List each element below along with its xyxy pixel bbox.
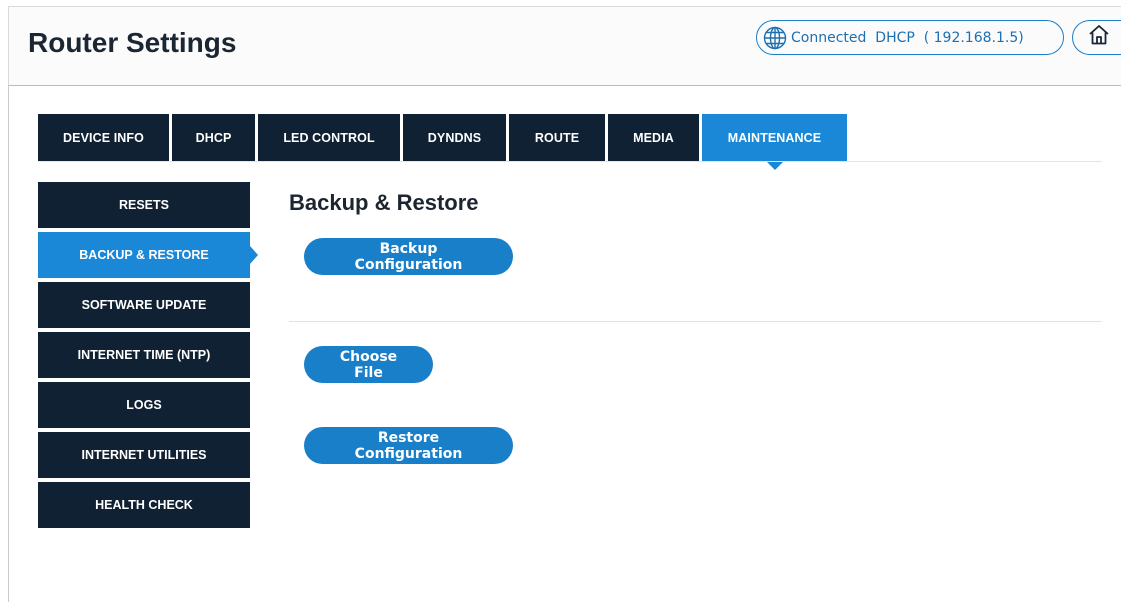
- tab-dyndns[interactable]: DYNDNS: [403, 114, 506, 161]
- tab-bar: DEVICE INFO DHCP LED CONTROL DYNDNS ROUT…: [38, 114, 850, 161]
- restore-configuration-button[interactable]: Restore Configuration: [304, 427, 513, 464]
- home-icon: [1088, 24, 1110, 51]
- tab-led-control[interactable]: LED CONTROL: [258, 114, 400, 161]
- connection-status-text: Connected DHCP ( 192.168.1.5): [791, 29, 1024, 46]
- tab-divider: [38, 161, 1102, 162]
- sidebar-item-software-update[interactable]: SOFTWARE UPDATE: [38, 282, 250, 328]
- sidebar-item-backup-restore[interactable]: BACKUP & RESTORE: [38, 232, 250, 278]
- tab-maintenance[interactable]: MAINTENANCE: [702, 114, 847, 161]
- connection-status[interactable]: Connected DHCP ( 192.168.1.5): [756, 20, 1064, 55]
- globe-icon: [763, 26, 787, 50]
- backup-configuration-button[interactable]: Backup Configuration: [304, 238, 513, 275]
- sidebar-item-internet-time[interactable]: INTERNET TIME (NTP): [38, 332, 250, 378]
- choose-file-button[interactable]: Choose File: [304, 346, 433, 383]
- section-title: Backup & Restore: [289, 190, 479, 215]
- tab-dhcp[interactable]: DHCP: [172, 114, 255, 161]
- tab-media[interactable]: MEDIA: [608, 114, 699, 161]
- sidebar-item-resets[interactable]: RESETS: [38, 182, 250, 228]
- home-button[interactable]: [1072, 20, 1121, 55]
- section-divider: [289, 321, 1102, 322]
- page-title: Router Settings: [28, 27, 237, 58]
- sidebar-item-internet-utilities[interactable]: INTERNET UTILITIES: [38, 432, 250, 478]
- sidebar: RESETS BACKUP & RESTORE SOFTWARE UPDATE …: [38, 182, 250, 532]
- frame-border: [8, 86, 9, 602]
- header-bar: Router Settings Connected DHCP ( 192.168…: [8, 6, 1121, 86]
- sidebar-item-health-check[interactable]: HEALTH CHECK: [38, 482, 250, 528]
- tab-device-info[interactable]: DEVICE INFO: [38, 114, 169, 161]
- tab-route[interactable]: ROUTE: [509, 114, 605, 161]
- sidebar-item-logs[interactable]: LOGS: [38, 382, 250, 428]
